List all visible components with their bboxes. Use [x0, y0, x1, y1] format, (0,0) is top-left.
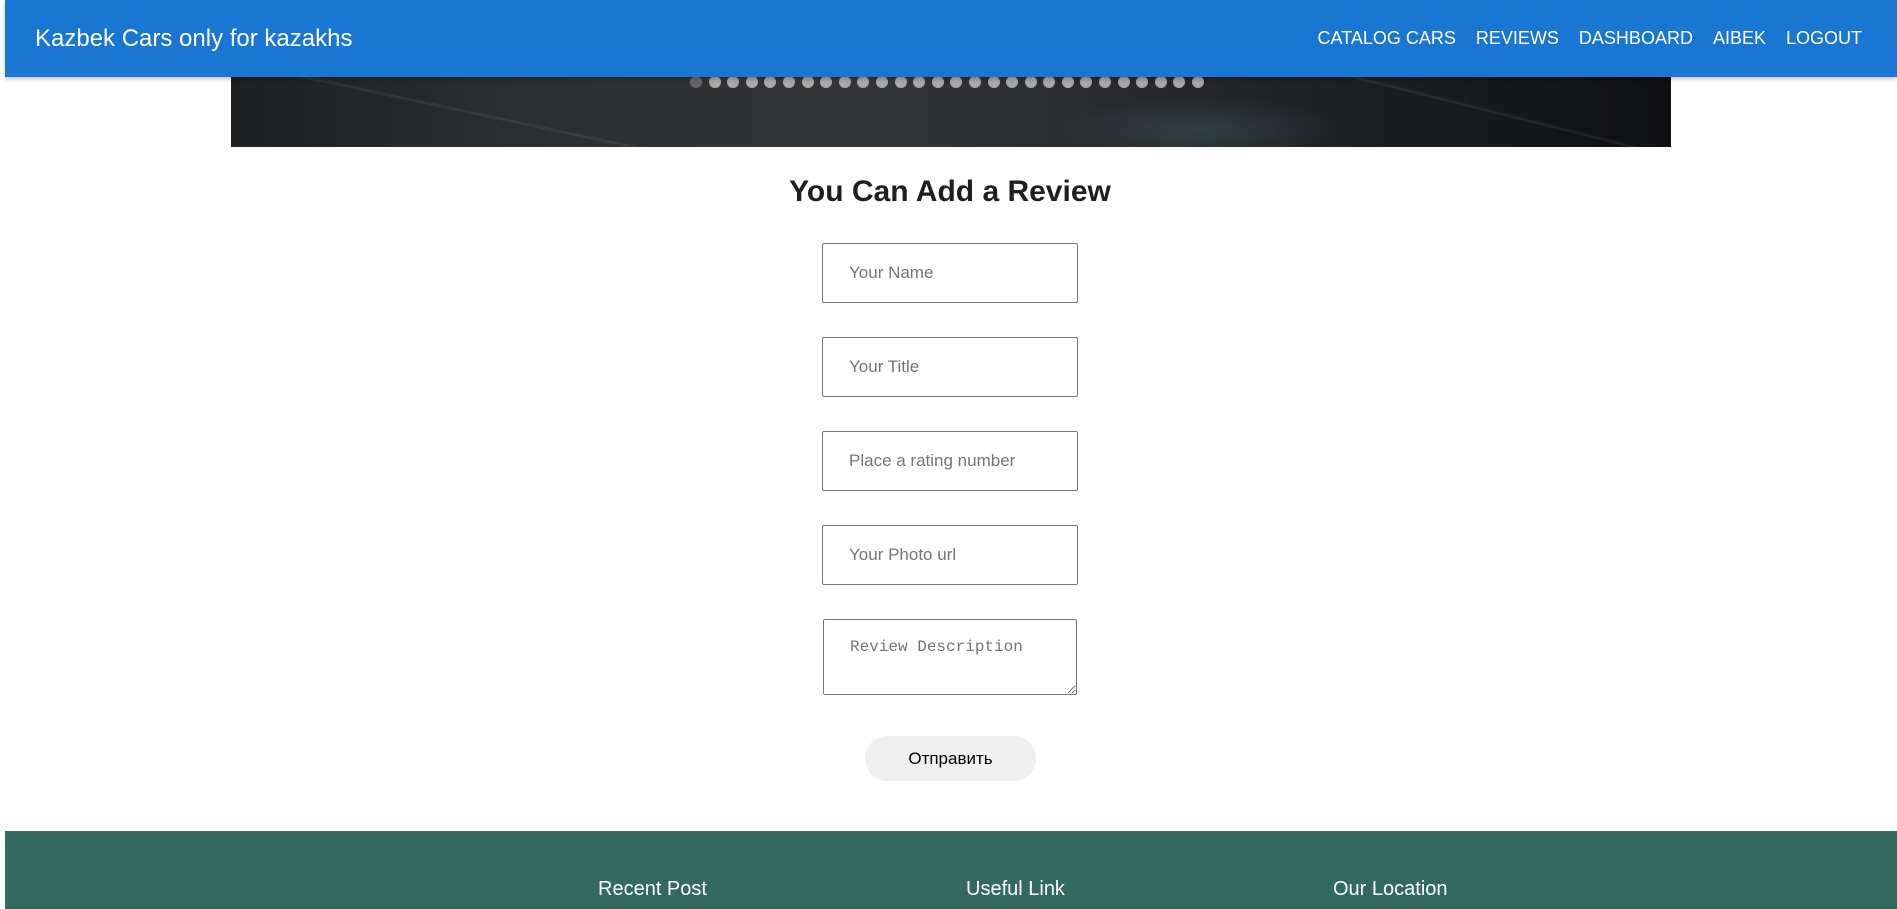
carousel-indicator-dot[interactable]	[1173, 76, 1186, 88]
carousel-indicator-dot[interactable]	[838, 76, 851, 88]
carousel-indicator-dot[interactable]	[913, 76, 926, 88]
nav-link-catalog-cars[interactable]: CATALOG CARS	[1318, 27, 1456, 49]
carousel-indicator-dot[interactable]	[857, 76, 870, 88]
photo-url-input[interactable]	[822, 525, 1078, 585]
carousel-indicator-dot[interactable]	[820, 76, 833, 88]
nav-link-logout[interactable]: LOGOUT	[1786, 27, 1862, 49]
carousel-indicator-dot[interactable]	[1061, 76, 1074, 88]
carousel-indicator-dot[interactable]	[894, 76, 907, 88]
nav-link-dashboard[interactable]: DASHBOARD	[1579, 27, 1693, 49]
footer-heading-useful-link: Useful Link	[966, 878, 1065, 900]
carousel-indicator-dot[interactable]	[727, 76, 740, 88]
nav-menu: CATALOG CARS REVIEWS DASHBOARD AIBEK LOG…	[1298, 27, 1862, 49]
footer-heading-recent-post: Recent Post	[598, 878, 707, 900]
carousel-indicator-dot[interactable]	[1136, 76, 1149, 88]
footer-heading-our-location: Our Location	[1333, 878, 1448, 900]
carousel-indicators	[690, 76, 1205, 90]
name-input[interactable]	[822, 243, 1078, 303]
review-description-textarea[interactable]	[823, 619, 1077, 695]
carousel-indicator-dot[interactable]	[950, 76, 963, 88]
carousel-indicator-dot[interactable]	[764, 76, 777, 88]
carousel-indicator-dot[interactable]	[708, 76, 721, 88]
top-navbar: Kazbek Cars only for kazakhs CATALOG CAR…	[5, 0, 1897, 77]
carousel-indicator-dot[interactable]	[782, 76, 795, 88]
rating-input[interactable]	[822, 431, 1078, 491]
carousel-indicator-dot[interactable]	[987, 76, 1000, 88]
carousel-indicator-dot[interactable]	[968, 76, 981, 88]
carousel-indicator-dot[interactable]	[1006, 76, 1019, 88]
review-form-title: You Can Add a Review	[789, 175, 1111, 208]
submit-button[interactable]: Отправить	[865, 736, 1036, 781]
carousel-indicator-dot[interactable]	[1154, 76, 1167, 88]
carousel-indicator-dot[interactable]	[1099, 76, 1112, 88]
brand-title[interactable]: Kazbek Cars only for kazakhs	[35, 24, 352, 54]
title-input[interactable]	[822, 337, 1078, 397]
carousel-indicator-dot[interactable]	[801, 76, 814, 88]
carousel-indicator-dot[interactable]	[745, 76, 758, 88]
footer: Recent Post Useful Link Our Location	[5, 831, 1897, 909]
carousel-indicator-dot[interactable]	[1117, 76, 1130, 88]
carousel-indicator-dot[interactable]	[1043, 76, 1056, 88]
carousel-indicator-dot[interactable]	[931, 76, 944, 88]
carousel-indicator-dot[interactable]	[1080, 76, 1093, 88]
carousel-indicator-dot[interactable]	[690, 76, 702, 88]
nav-link-user-aibek[interactable]: AIBEK	[1713, 27, 1766, 49]
nav-link-reviews[interactable]: REVIEWS	[1476, 27, 1559, 49]
carousel-indicator-dot[interactable]	[1024, 76, 1037, 88]
carousel-indicator-dot[interactable]	[875, 76, 888, 88]
carousel-indicator-dot[interactable]	[1192, 76, 1205, 88]
